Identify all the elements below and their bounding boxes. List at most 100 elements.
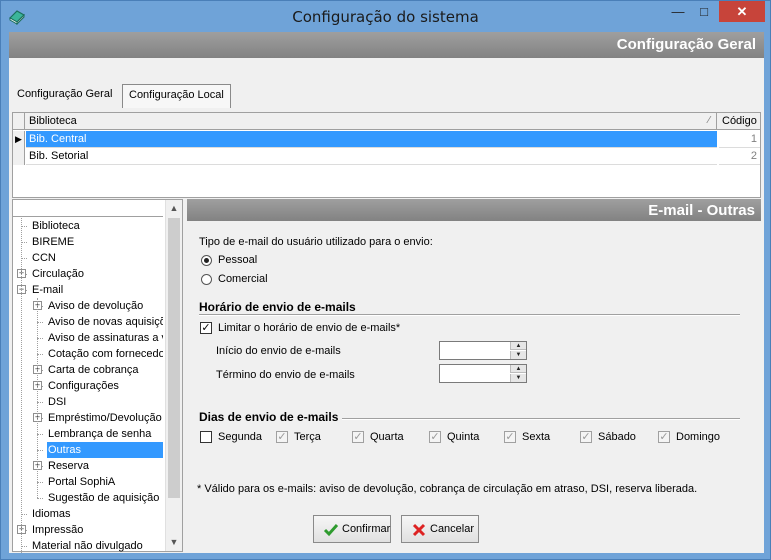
cancel-button[interactable]: Cancelar [401, 515, 479, 543]
tree-item[interactable]: Configurações [47, 378, 163, 394]
tree-item[interactable]: Aviso de novas aquisiçõ [47, 314, 163, 330]
day-checkbox-terca[interactable]: ✓ [276, 431, 288, 443]
horario-divider [199, 314, 740, 316]
confirm-button[interactable]: Confirmar [313, 515, 391, 543]
close-button[interactable]: ✕ [719, 1, 765, 22]
table-row[interactable]: ▶ Bib. Central 1 [13, 131, 760, 148]
tree-item[interactable]: Sugestão de aquisição r [47, 490, 163, 506]
tree-item[interactable]: Carta de cobrança [47, 362, 163, 378]
main-window: Configuração do sistema — □ ✕ Configuraç… [0, 0, 771, 560]
sort-indicator-icon: ⁄ [708, 115, 710, 126]
limitar-checkbox[interactable]: ✓ [200, 322, 212, 334]
panel-header: E-mail - Outras [187, 199, 761, 221]
check-mark-icon: ✓ [505, 431, 515, 443]
tree-item[interactable]: Outras [47, 442, 163, 458]
tree-item[interactable]: CCN [31, 250, 163, 266]
radio-pessoal-label[interactable]: Pessoal [218, 254, 257, 266]
tree-item[interactable]: Cotação com fornecedo [47, 346, 163, 362]
grid-header: Biblioteca ⁄ Código [13, 113, 760, 130]
tree-scrollbar[interactable]: ▲ ▼ [165, 200, 182, 551]
horario-section-title: Horário de envio de e-mails [199, 300, 356, 314]
checkmark-icon [323, 524, 339, 537]
tree-item[interactable]: Impressão [31, 522, 163, 538]
spin-down-icon[interactable]: ▼ [510, 351, 526, 359]
check-mark-icon: ✓ [353, 431, 363, 443]
library-grid: Biblioteca ⁄ Código ▶ Bib. Central 1 Bib… [12, 112, 761, 198]
day-checkbox-segunda[interactable] [200, 431, 212, 443]
cell-codigo[interactable]: 2 [719, 148, 760, 165]
check-mark-icon: ✓ [430, 431, 440, 443]
cell-codigo[interactable]: 1 [719, 131, 760, 148]
tree-child-line [37, 298, 38, 498]
tree-item[interactable]: Aviso de devolução [47, 298, 163, 314]
header-band: Configuração Geral [9, 32, 764, 58]
day-checkbox-domingo[interactable]: ✓ [658, 431, 670, 443]
limitar-label[interactable]: Limitar o horário de envio de e-mails* [218, 322, 400, 334]
radio-comercial-label[interactable]: Comercial [218, 273, 268, 285]
tab-configuracao-geral[interactable]: Configuração Geral [11, 84, 118, 106]
day-label-sabado[interactable]: Sábado [598, 431, 636, 443]
window-title: Configuração do sistema [292, 8, 479, 26]
tree-item[interactable]: Aviso de assinaturas a v [47, 330, 163, 346]
day-label-sexta[interactable]: Sexta [522, 431, 550, 443]
tree-item[interactable]: Material não divulgado [31, 538, 163, 554]
tree-item[interactable]: Empréstimo/Devolução [47, 410, 163, 426]
scroll-up-icon[interactable]: ▲ [166, 200, 182, 217]
day-checkbox-quarta[interactable]: ✓ [352, 431, 364, 443]
tree-item[interactable]: Idiomas [31, 506, 163, 522]
table-row[interactable]: Bib. Setorial 2 [13, 148, 760, 165]
tree-item[interactable]: E-mail [31, 282, 163, 298]
email-type-label: Tipo de e-mail do usuário utilizado para… [199, 236, 433, 248]
cell-biblioteca[interactable]: Bib. Central [26, 131, 717, 148]
day-label-segunda[interactable]: Segunda [218, 431, 262, 443]
dias-section-title: Dias de envio de e-mails [199, 410, 339, 424]
minimize-button[interactable]: — [665, 1, 691, 22]
day-checkbox-sabado[interactable]: ✓ [580, 431, 592, 443]
config-tree[interactable]: Biblioteca BIREME CCN + Circulação − E-mail + Av… [12, 199, 183, 554]
termino-label: Término do envio de e-mails [216, 369, 355, 381]
tree-root-line [21, 218, 22, 553]
maximize-button[interactable]: □ [691, 1, 717, 22]
tree-item[interactable]: BIREME [31, 234, 163, 250]
header-title: Configuração Geral [616, 36, 756, 53]
client-area: Configuração Geral Configuração Geral Co… [9, 32, 764, 553]
radio-pessoal[interactable] [201, 255, 212, 266]
cell-biblioteca[interactable]: Bib. Setorial [26, 148, 717, 165]
day-checkbox-quinta[interactable]: ✓ [429, 431, 441, 443]
scroll-thumb[interactable] [168, 218, 180, 498]
tree-item[interactable]: Portal SophiA [47, 474, 163, 490]
title-bar[interactable]: Configuração do sistema — □ ✕ [1, 1, 770, 31]
column-header-label: Biblioteca [29, 115, 77, 127]
tree-item[interactable]: Biblioteca [31, 218, 163, 234]
inicio-label: Início do envio de e-mails [216, 345, 341, 357]
panel-title: E-mail - Outras [648, 202, 755, 219]
day-checkbox-sexta[interactable]: ✓ [504, 431, 516, 443]
check-mark-icon: ✓ [581, 431, 591, 443]
day-label-domingo[interactable]: Domingo [676, 431, 720, 443]
row-indicator [13, 148, 25, 165]
spin-down-icon[interactable]: ▼ [510, 374, 526, 382]
radio-comercial[interactable] [201, 274, 212, 285]
column-header-codigo[interactable]: Código [719, 113, 760, 130]
tree-item[interactable]: Circulação [31, 266, 163, 282]
row-indicator-icon: ▶ [13, 131, 25, 148]
day-label-quarta[interactable]: Quarta [370, 431, 404, 443]
tree-header [13, 200, 163, 217]
column-header-biblioteca[interactable]: Biblioteca ⁄ [26, 113, 717, 130]
cancel-label: Cancelar [430, 523, 475, 535]
tree-item[interactable]: Reserva [47, 458, 163, 474]
check-mark-icon: ✓ [659, 431, 669, 443]
tree-item[interactable]: Lembrança de senha [47, 426, 163, 442]
scroll-down-icon[interactable]: ▼ [166, 534, 182, 551]
termino-time-spinner[interactable]: ▲ ▼ [439, 364, 527, 383]
tree-item[interactable]: DSI [47, 394, 163, 410]
day-label-quinta[interactable]: Quinta [447, 431, 479, 443]
spin-up-icon[interactable]: ▲ [510, 365, 526, 373]
inicio-time-spinner[interactable]: ▲ ▼ [439, 341, 527, 360]
cancel-x-icon [412, 523, 426, 537]
day-label-terca[interactable]: Terça [294, 431, 321, 443]
tab-configuracao-local[interactable]: Configuração Local [122, 84, 231, 108]
tab-strip: Configuração Geral Configuração Local [9, 84, 764, 108]
spin-up-icon[interactable]: ▲ [510, 342, 526, 350]
check-mark-icon: ✓ [277, 431, 287, 443]
